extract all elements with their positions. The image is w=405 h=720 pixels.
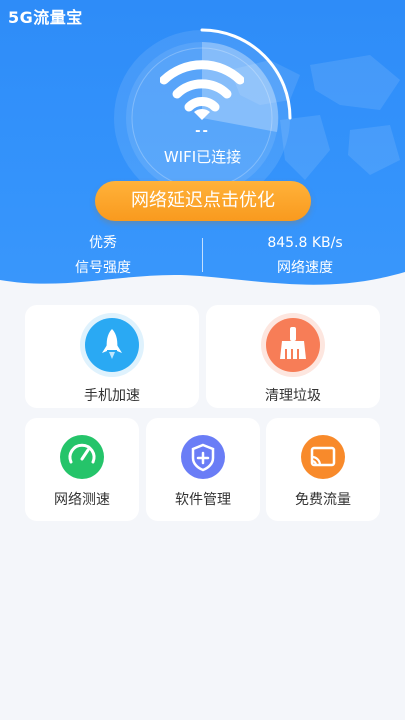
tool-card-phone-boost[interactable]: 手机加速	[25, 305, 199, 408]
tool-label-speed-test: 网络测速	[54, 492, 110, 508]
tool-label-free-data: 免费流量	[295, 492, 351, 508]
speed-placeholder: --	[195, 124, 210, 139]
speedometer-icon	[60, 435, 104, 479]
shield-icon	[181, 435, 225, 479]
tool-label-phone-boost: 手机加速	[84, 388, 140, 404]
tool-card-free-data[interactable]: 免费流量	[266, 418, 380, 521]
rocket-icon	[80, 313, 144, 377]
network-speed-value: 845.8 KB/s	[267, 235, 343, 251]
app-title: 5G流量宝	[8, 8, 83, 27]
signal-strength-stat: 优秀 信号强度	[48, 233, 158, 278]
signal-strength-label: 信号强度	[75, 260, 131, 276]
tool-card-app-manager[interactable]: 软件管理	[146, 418, 260, 521]
signal-strength-value: 优秀	[89, 235, 117, 251]
stat-divider	[202, 238, 203, 272]
wifi-status-text: WIFI已连接	[163, 148, 242, 166]
network-speed-stat: 845.8 KB/s 网络速度	[250, 233, 360, 278]
cast-icon	[301, 435, 345, 479]
wifi-icon	[160, 60, 244, 120]
tool-card-speed-test[interactable]: 网络测速	[25, 418, 139, 521]
tool-label-app-manager: 软件管理	[175, 492, 231, 508]
optimize-network-button[interactable]: 网络延迟点击优化	[95, 181, 311, 221]
network-speed-label: 网络速度	[277, 260, 333, 276]
tool-card-clean-junk[interactable]: 清理垃圾	[206, 305, 380, 408]
broom-icon	[261, 313, 325, 377]
tool-label-clean-junk: 清理垃圾	[265, 388, 321, 404]
